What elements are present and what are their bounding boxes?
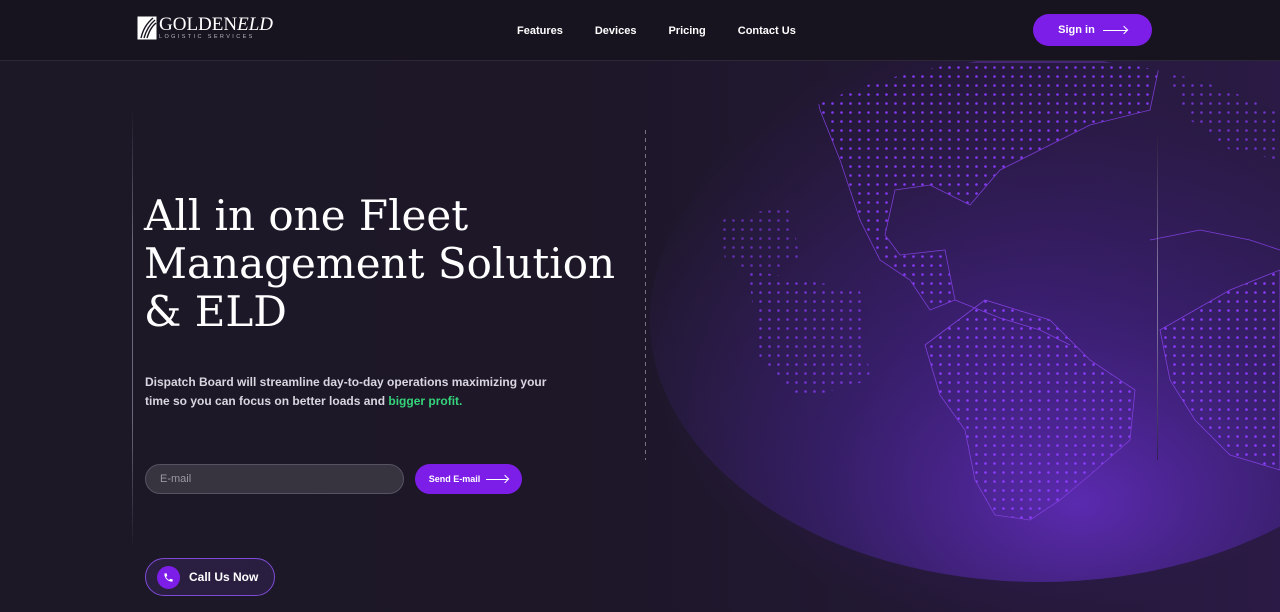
decorative-divider-left <box>132 110 133 550</box>
hero-subtitle-text: Dispatch Board will streamline day-to-da… <box>145 375 547 408</box>
call-us-button[interactable]: Call Us Now <box>145 558 275 596</box>
nav-item-contact-us[interactable]: Contact Us <box>738 25 796 37</box>
main-nav: Features Devices Pricing Contact Us <box>517 0 828 61</box>
sign-in-label: Sign in <box>1058 24 1095 36</box>
hero-title: All in one Fleet Management Solution & E… <box>144 192 644 336</box>
email-input[interactable] <box>145 464 404 494</box>
nav-item-devices[interactable]: Devices <box>595 25 637 37</box>
decorative-divider-center <box>645 130 646 460</box>
site-header: GOLDENELD LOGISTIC SERVICES Features Dev… <box>0 0 1280 61</box>
arrow-right-icon <box>1102 29 1127 31</box>
hero-title-line-2: Management Solution <box>144 239 616 288</box>
nav-item-features[interactable]: Features <box>517 25 563 37</box>
brand-name: GOLDENELD <box>159 15 273 34</box>
brand-logo[interactable]: GOLDENELD LOGISTIC SERVICES <box>137 15 273 41</box>
brand-name-accent: ELD <box>237 14 274 36</box>
call-us-label: Call Us Now <box>189 570 259 584</box>
send-email-button[interactable]: Send E-mail <box>415 464 522 494</box>
hero-subtitle-highlight: bigger profit. <box>388 394 463 408</box>
phone-glyph-icon <box>164 572 173 582</box>
arrow-right-icon <box>486 478 509 480</box>
hero-subtitle: Dispatch Board will streamline day-to-da… <box>145 373 565 411</box>
sign-in-button[interactable]: Sign in <box>1033 14 1152 46</box>
decorative-divider-right <box>1157 130 1158 460</box>
logo-mark-icon <box>137 16 157 40</box>
send-email-label: Send E-mail <box>428 474 481 484</box>
brand-tagline: LOGISTIC SERVICES <box>159 34 255 41</box>
brand-name-main: GOLDEN <box>159 14 238 36</box>
hero-title-line-1: All in one Fleet <box>144 191 469 240</box>
hero-title-line-3: & ELD <box>144 287 287 336</box>
nav-item-pricing[interactable]: Pricing <box>668 25 705 37</box>
phone-icon <box>157 565 180 589</box>
